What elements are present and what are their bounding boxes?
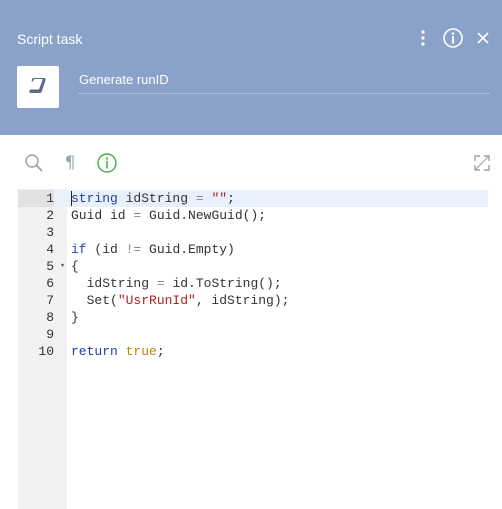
- line-number: 9: [46, 327, 54, 342]
- code-token: Set(: [71, 293, 118, 308]
- code-token: Guid.Empty): [141, 242, 235, 257]
- code-token: string: [71, 191, 118, 206]
- code-token: id.ToString();: [164, 276, 282, 291]
- code-token: !=: [125, 242, 142, 257]
- code-token: Guid.NewGuid();: [141, 208, 267, 223]
- code-text: if (id != Guid.Empty): [71, 241, 235, 258]
- code-text: idString = id.ToString();: [71, 275, 282, 292]
- line-number: 2: [46, 208, 54, 223]
- code-token: if: [71, 242, 87, 257]
- code-token: ;: [227, 191, 235, 206]
- code-line[interactable]: 10 return true;: [18, 343, 488, 360]
- code-line[interactable]: 5 ▾ {: [18, 258, 488, 275]
- pilcrow-icon[interactable]: ¶: [59, 152, 81, 174]
- code-text: }: [71, 309, 79, 326]
- code-token: =: [156, 276, 165, 291]
- script-scroll-icon: [27, 74, 49, 101]
- line-number: 10: [38, 344, 54, 359]
- code-text: return true;: [71, 343, 165, 360]
- line-number: 6: [46, 276, 54, 291]
- code-token: return: [71, 344, 118, 359]
- code-token: (id: [86, 242, 126, 257]
- code-token: "": [211, 191, 228, 206]
- line-number: 7: [46, 293, 54, 308]
- code-token: "UsrRunId": [117, 293, 196, 308]
- code-token: {: [71, 259, 79, 274]
- code-text: Set("UsrRunId", idString);: [71, 292, 290, 309]
- task-name-input[interactable]: [79, 65, 489, 94]
- code-token: ;: [156, 344, 165, 359]
- line-number: 8: [46, 310, 54, 325]
- line-number: 5: [46, 259, 54, 274]
- code-line[interactable]: 1 string idString = "";: [18, 190, 488, 207]
- code-text: {: [71, 258, 79, 275]
- panel-title: Script task: [17, 31, 83, 47]
- more-vertical-icon[interactable]: [412, 27, 434, 49]
- code-token: , idString);: [195, 293, 290, 308]
- code-line[interactable]: 8}: [18, 309, 488, 326]
- expand-icon[interactable]: [471, 152, 493, 174]
- validate-info-icon[interactable]: [96, 152, 118, 174]
- script-task-icon-box: [17, 66, 59, 108]
- code-token: Guid id: [71, 208, 134, 223]
- code-token: idString: [71, 276, 157, 291]
- code-line[interactable]: 7 Set("UsrRunId", idString);: [18, 292, 488, 309]
- code-line[interactable]: 4 if (id != Guid.Empty): [18, 241, 488, 258]
- code-token: =: [195, 191, 204, 206]
- line-number: 3: [46, 225, 54, 240]
- info-icon[interactable]: [442, 27, 464, 49]
- text-cursor: [71, 191, 72, 206]
- line-number: 1: [18, 190, 54, 207]
- code-editor[interactable]: 1 string idString = ""; 2 Guid id = Guid.Ne…: [18, 189, 488, 509]
- code-line[interactable]: 2 Guid id = Guid.NewGuid();: [18, 207, 488, 224]
- fold-toggle-icon[interactable]: ▾: [58, 258, 67, 275]
- close-icon[interactable]: [472, 27, 494, 49]
- code-token: }: [71, 310, 79, 325]
- code-text: string idString = "";: [71, 190, 235, 207]
- code-line[interactable]: 9: [18, 326, 488, 343]
- script-task-header: Script task: [0, 0, 502, 135]
- code-token: true: [125, 344, 157, 359]
- line-number: 4: [46, 242, 54, 257]
- code-line[interactable]: 3: [18, 224, 488, 241]
- code-text: Guid id = Guid.NewGuid();: [71, 207, 266, 224]
- code-token: idString: [117, 191, 196, 206]
- pilcrow-glyph: ¶: [64, 153, 76, 173]
- code-line[interactable]: 6 idString = id.ToString();: [18, 275, 488, 292]
- search-icon[interactable]: [23, 152, 45, 174]
